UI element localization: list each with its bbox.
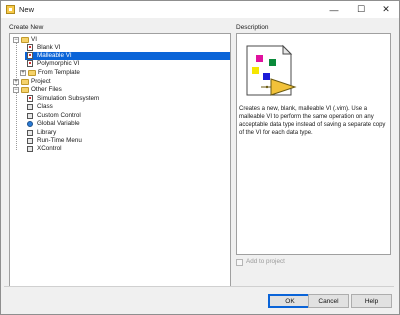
tree-item-blank-vi[interactable]: Blank VI [10, 44, 230, 52]
tree-item-polymorphic-vi[interactable]: Polymorphic VI [10, 60, 230, 68]
collapse-icon[interactable]: − [13, 37, 19, 43]
minimize-button[interactable]: — [321, 1, 347, 18]
close-button[interactable]: ✕ [373, 1, 399, 18]
folder-icon [21, 79, 29, 85]
add-to-project-checkbox[interactable] [236, 259, 243, 266]
vi-icon [27, 44, 33, 51]
tree-item-simulation-subsystem[interactable]: Simulation Subsystem [10, 95, 230, 103]
collapse-icon[interactable]: − [13, 87, 19, 93]
global-variable-icon [27, 121, 33, 127]
malleable-vi-preview-icon [246, 44, 297, 96]
folder-icon [21, 87, 29, 93]
folder-icon [21, 37, 29, 43]
tree-item-label: Blank VI [37, 44, 61, 51]
ok-button[interactable]: OK [268, 294, 312, 308]
labview-app-icon [6, 5, 15, 14]
tree-item-label: VI [31, 36, 37, 43]
polymorphic-vi-icon [27, 60, 33, 67]
title-bar[interactable]: New — ☐ ✕ [1, 1, 399, 18]
description-panel: Creates a new, blank, malleable VI (.vim… [236, 33, 391, 255]
add-to-project-label: Add to project [246, 258, 285, 265]
tree-item-label: Polymorphic VI [37, 60, 80, 67]
tree-item-label: Other Files [31, 86, 62, 93]
library-icon [27, 130, 33, 136]
window-title: New [19, 5, 35, 14]
create-new-label: Create New [9, 24, 44, 31]
tree-item-malleable-vi[interactable]: Malleable VI [25, 52, 230, 60]
tree-item-label: Simulation Subsystem [37, 95, 100, 102]
folder-icon [28, 70, 36, 76]
tree-item-label: Malleable VI [37, 52, 72, 59]
tree-item-library[interactable]: Library [10, 129, 230, 137]
tree-item-label: Run-Time Menu [37, 137, 82, 144]
xcontrol-icon [27, 146, 33, 152]
tree-item-label: Global Variable [37, 120, 80, 127]
expand-icon[interactable]: + [20, 70, 26, 76]
tree-item-label: Project [31, 78, 51, 85]
custom-control-icon [27, 113, 33, 119]
tree-item-class[interactable]: Class [10, 103, 230, 111]
description-label: Description [236, 24, 269, 31]
run-time-menu-icon [27, 138, 33, 144]
tree-item-other-files[interactable]: − Other Files [10, 86, 230, 94]
malleable-vi-icon [27, 52, 33, 59]
tree-item-project[interactable]: + Project [10, 78, 230, 86]
tree-item-custom-control[interactable]: Custom Control [10, 112, 230, 120]
tree-item-label: Custom Control [37, 112, 81, 119]
tree-item-xcontrol[interactable]: XControl [10, 145, 230, 153]
maximize-button[interactable]: ☐ [348, 1, 374, 18]
description-text: Creates a new, blank, malleable VI (.vim… [239, 106, 386, 136]
expand-icon[interactable]: + [13, 79, 19, 85]
create-new-tree[interactable]: − VI Blank VI Malleable VI Polymorphic V… [9, 33, 231, 287]
cancel-button[interactable]: Cancel [308, 294, 349, 308]
tree-item-vi[interactable]: − VI [10, 36, 230, 44]
new-dialog: New — ☐ ✕ Create New Description − VI Bl… [0, 0, 400, 315]
tree-item-label: From Template [38, 69, 80, 76]
simulation-subsystem-icon [27, 95, 33, 102]
tree-item-global-variable[interactable]: Global Variable [10, 120, 230, 128]
tree-item-label: Class [37, 103, 53, 110]
button-separator [4, 286, 394, 287]
tree-item-label: XControl [37, 145, 62, 152]
tree-item-from-template[interactable]: + From Template [10, 69, 230, 77]
help-button[interactable]: Help [351, 294, 392, 308]
tree-item-label: Library [37, 129, 57, 136]
tree-item-run-time-menu[interactable]: Run-Time Menu [10, 137, 230, 145]
class-icon [27, 104, 33, 110]
